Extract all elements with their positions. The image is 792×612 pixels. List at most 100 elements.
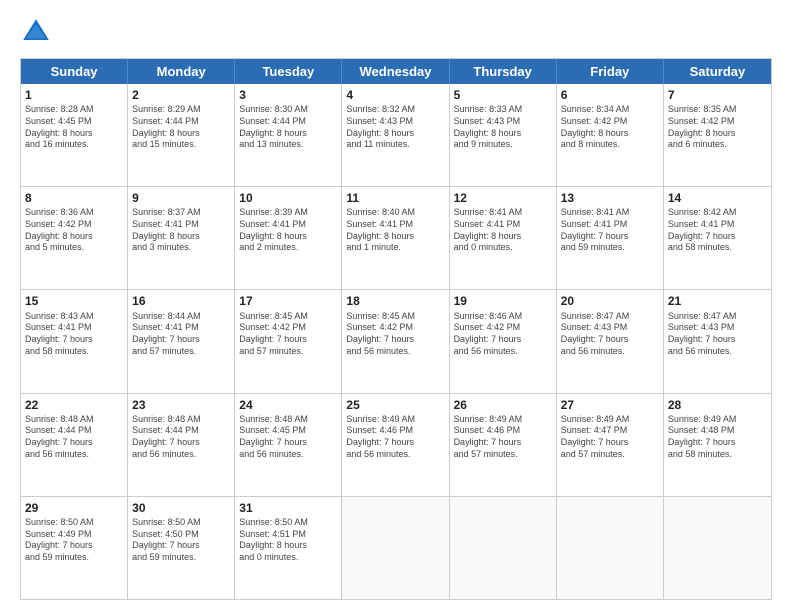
cell-line: Daylight: 7 hours xyxy=(239,437,337,449)
cell-line: Daylight: 8 hours xyxy=(561,128,659,140)
cell-line: Daylight: 7 hours xyxy=(668,437,767,449)
cell-line: Sunrise: 8:48 AM xyxy=(132,414,230,426)
cell-line: Daylight: 7 hours xyxy=(239,334,337,346)
cell-line: Sunrise: 8:47 AM xyxy=(668,311,767,323)
day-number: 29 xyxy=(25,500,123,516)
calendar-cell: 19Sunrise: 8:46 AMSunset: 4:42 PMDayligh… xyxy=(450,290,557,392)
cell-line: Sunset: 4:41 PM xyxy=(668,219,767,231)
logo xyxy=(20,16,56,48)
cell-line: and 11 minutes. xyxy=(346,139,444,151)
cell-line: Daylight: 8 hours xyxy=(346,128,444,140)
day-number: 21 xyxy=(668,293,767,309)
cell-line: Sunrise: 8:45 AM xyxy=(239,311,337,323)
cell-line: Sunrise: 8:34 AM xyxy=(561,104,659,116)
day-number: 28 xyxy=(668,397,767,413)
calendar-cell: 8Sunrise: 8:36 AMSunset: 4:42 PMDaylight… xyxy=(21,187,128,289)
cell-line: Daylight: 8 hours xyxy=(346,231,444,243)
cell-line: and 9 minutes. xyxy=(454,139,552,151)
day-number: 31 xyxy=(239,500,337,516)
cell-line: Daylight: 7 hours xyxy=(346,334,444,346)
cell-line: Sunrise: 8:36 AM xyxy=(25,207,123,219)
cell-line: and 59 minutes. xyxy=(132,552,230,564)
cell-line: Daylight: 7 hours xyxy=(25,437,123,449)
calendar-header-sunday: Sunday xyxy=(21,59,128,84)
day-number: 26 xyxy=(454,397,552,413)
cell-line: Sunset: 4:46 PM xyxy=(346,425,444,437)
cell-line: Daylight: 7 hours xyxy=(561,231,659,243)
header xyxy=(20,16,772,48)
cell-line: and 59 minutes. xyxy=(561,242,659,254)
cell-line: and 3 minutes. xyxy=(132,242,230,254)
cell-line: Sunrise: 8:49 AM xyxy=(454,414,552,426)
cell-line: Daylight: 7 hours xyxy=(132,334,230,346)
calendar-cell: 7Sunrise: 8:35 AMSunset: 4:42 PMDaylight… xyxy=(664,84,771,186)
cell-line: Sunset: 4:51 PM xyxy=(239,529,337,541)
cell-line: Daylight: 7 hours xyxy=(25,334,123,346)
cell-line: Sunset: 4:42 PM xyxy=(239,322,337,334)
cell-line: Sunrise: 8:50 AM xyxy=(132,517,230,529)
calendar-cell: 12Sunrise: 8:41 AMSunset: 4:41 PMDayligh… xyxy=(450,187,557,289)
cell-line: Sunrise: 8:49 AM xyxy=(346,414,444,426)
cell-line: Sunset: 4:41 PM xyxy=(561,219,659,231)
day-number: 20 xyxy=(561,293,659,309)
cell-line: Sunrise: 8:49 AM xyxy=(668,414,767,426)
cell-line: Sunset: 4:46 PM xyxy=(454,425,552,437)
cell-line: Sunrise: 8:30 AM xyxy=(239,104,337,116)
cell-line: Sunset: 4:42 PM xyxy=(454,322,552,334)
cell-line: and 0 minutes. xyxy=(239,552,337,564)
calendar-header: SundayMondayTuesdayWednesdayThursdayFrid… xyxy=(21,59,771,84)
cell-line: and 5 minutes. xyxy=(25,242,123,254)
cell-line: Sunrise: 8:50 AM xyxy=(25,517,123,529)
calendar-cell: 17Sunrise: 8:45 AMSunset: 4:42 PMDayligh… xyxy=(235,290,342,392)
cell-line: Daylight: 8 hours xyxy=(239,540,337,552)
calendar-cell xyxy=(342,497,449,599)
day-number: 18 xyxy=(346,293,444,309)
cell-line: and 57 minutes. xyxy=(454,449,552,461)
cell-line: and 2 minutes. xyxy=(239,242,337,254)
day-number: 25 xyxy=(346,397,444,413)
calendar-cell: 25Sunrise: 8:49 AMSunset: 4:46 PMDayligh… xyxy=(342,394,449,496)
calendar-cell: 23Sunrise: 8:48 AMSunset: 4:44 PMDayligh… xyxy=(128,394,235,496)
day-number: 13 xyxy=(561,190,659,206)
cell-line: Sunrise: 8:37 AM xyxy=(132,207,230,219)
day-number: 30 xyxy=(132,500,230,516)
logo-icon xyxy=(20,16,52,48)
calendar-cell: 1Sunrise: 8:28 AMSunset: 4:45 PMDaylight… xyxy=(21,84,128,186)
cell-line: Sunrise: 8:43 AM xyxy=(25,311,123,323)
cell-line: and 13 minutes. xyxy=(239,139,337,151)
cell-line: Sunset: 4:41 PM xyxy=(132,219,230,231)
cell-line: and 57 minutes. xyxy=(239,346,337,358)
calendar-cell: 21Sunrise: 8:47 AMSunset: 4:43 PMDayligh… xyxy=(664,290,771,392)
day-number: 16 xyxy=(132,293,230,309)
calendar-cell: 22Sunrise: 8:48 AMSunset: 4:44 PMDayligh… xyxy=(21,394,128,496)
cell-line: Daylight: 8 hours xyxy=(25,128,123,140)
day-number: 23 xyxy=(132,397,230,413)
day-number: 12 xyxy=(454,190,552,206)
cell-line: and 57 minutes. xyxy=(561,449,659,461)
calendar-cell: 27Sunrise: 8:49 AMSunset: 4:47 PMDayligh… xyxy=(557,394,664,496)
cell-line: Sunset: 4:41 PM xyxy=(132,322,230,334)
cell-line: Daylight: 8 hours xyxy=(454,231,552,243)
day-number: 14 xyxy=(668,190,767,206)
calendar-cell: 28Sunrise: 8:49 AMSunset: 4:48 PMDayligh… xyxy=(664,394,771,496)
cell-line: and 6 minutes. xyxy=(668,139,767,151)
calendar-cell: 14Sunrise: 8:42 AMSunset: 4:41 PMDayligh… xyxy=(664,187,771,289)
cell-line: and 56 minutes. xyxy=(132,449,230,461)
day-number: 15 xyxy=(25,293,123,309)
day-number: 3 xyxy=(239,87,337,103)
cell-line: Sunrise: 8:29 AM xyxy=(132,104,230,116)
cell-line: and 56 minutes. xyxy=(25,449,123,461)
cell-line: Sunrise: 8:40 AM xyxy=(346,207,444,219)
cell-line: and 8 minutes. xyxy=(561,139,659,151)
calendar-cell: 16Sunrise: 8:44 AMSunset: 4:41 PMDayligh… xyxy=(128,290,235,392)
calendar-cell xyxy=(450,497,557,599)
day-number: 22 xyxy=(25,397,123,413)
cell-line: Sunset: 4:44 PM xyxy=(25,425,123,437)
calendar: SundayMondayTuesdayWednesdayThursdayFrid… xyxy=(20,58,772,600)
cell-line: Sunrise: 8:32 AM xyxy=(346,104,444,116)
cell-line: and 59 minutes. xyxy=(25,552,123,564)
cell-line: Sunrise: 8:39 AM xyxy=(239,207,337,219)
calendar-cell: 13Sunrise: 8:41 AMSunset: 4:41 PMDayligh… xyxy=(557,187,664,289)
cell-line: Sunset: 4:42 PM xyxy=(25,219,123,231)
calendar-row-1: 1Sunrise: 8:28 AMSunset: 4:45 PMDaylight… xyxy=(21,84,771,186)
